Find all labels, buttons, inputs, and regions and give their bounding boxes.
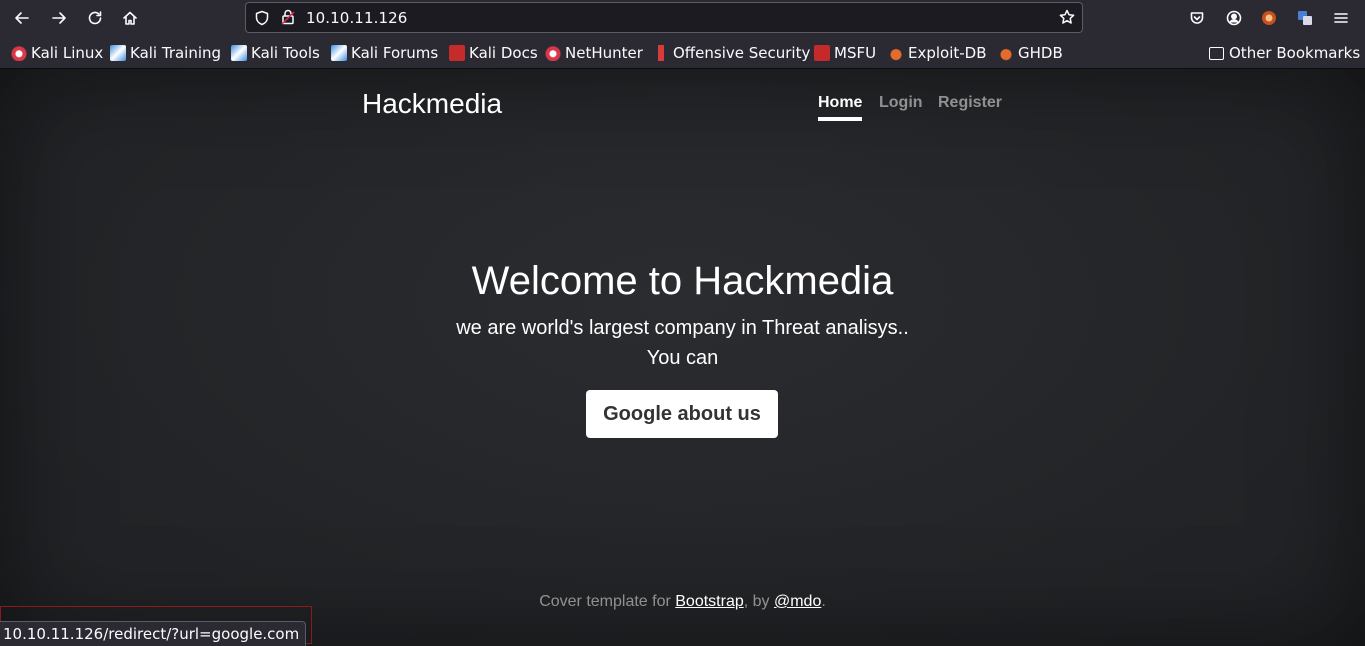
bookmark-star-icon[interactable] bbox=[1059, 9, 1075, 29]
hero-subtitle-2: You can bbox=[646, 347, 719, 369]
offsec-icon bbox=[653, 45, 669, 61]
bookmark-ghdb[interactable]: GHDB bbox=[998, 43, 1063, 63]
bookmark-kali-forums[interactable]: Kali Forums bbox=[331, 43, 438, 63]
nav-register[interactable]: Register bbox=[938, 94, 1002, 112]
reload-button[interactable] bbox=[81, 4, 109, 32]
reload-icon bbox=[88, 11, 102, 25]
kali-training-icon bbox=[110, 45, 126, 61]
folder-icon bbox=[1209, 46, 1224, 60]
bootstrap-link[interactable]: Bootstrap bbox=[675, 593, 743, 610]
nav-login[interactable]: Login bbox=[879, 94, 923, 112]
nethunter-icon bbox=[545, 45, 561, 61]
kali-icon bbox=[11, 45, 27, 61]
bookmark-kali-docs[interactable]: Kali Docs bbox=[449, 43, 538, 63]
translate-icon bbox=[1298, 11, 1312, 25]
google-about-us-button[interactable]: Google about us bbox=[586, 390, 778, 438]
footer-suffix: . bbox=[821, 593, 826, 610]
bookmark-kali-tools[interactable]: Kali Tools bbox=[231, 43, 320, 63]
nav-home[interactable]: Home bbox=[818, 94, 863, 121]
ghdb-icon bbox=[998, 45, 1014, 61]
bookmark-kali-training[interactable]: Kali Training bbox=[110, 43, 221, 63]
menu-button[interactable] bbox=[1327, 4, 1355, 32]
pocket-button[interactable] bbox=[1183, 4, 1211, 32]
insecure-lock-icon[interactable] bbox=[280, 9, 296, 29]
home-icon bbox=[123, 11, 137, 25]
url-bar[interactable]: 10.10.11.126 bbox=[245, 2, 1083, 33]
home-button[interactable] bbox=[116, 4, 144, 32]
mdo-link[interactable]: @mdo bbox=[774, 593, 821, 610]
forward-button[interactable] bbox=[45, 4, 73, 32]
bookmark-nethunter[interactable]: NetHunter bbox=[545, 43, 643, 63]
account-icon bbox=[1226, 10, 1242, 26]
url-text[interactable]: 10.10.11.126 bbox=[306, 9, 407, 27]
hero-subtitle: we are world's largest company in Threat… bbox=[456, 317, 909, 339]
back-button[interactable] bbox=[8, 4, 36, 32]
site-brand: Hackmedia bbox=[362, 88, 503, 119]
footer-prefix: Cover template for bbox=[539, 593, 676, 610]
shield-icon[interactable] bbox=[254, 10, 270, 30]
exploit-db-icon bbox=[888, 45, 904, 61]
hamburger-menu-icon bbox=[1334, 13, 1348, 23]
kali-tools-icon bbox=[231, 45, 247, 61]
bookmark-kali-linux[interactable]: Kali Linux bbox=[11, 43, 103, 63]
footer-middle: , by bbox=[743, 593, 774, 610]
translate-button[interactable] bbox=[1291, 4, 1319, 32]
kali-forums-icon bbox=[331, 45, 347, 61]
other-bookmarks-folder[interactable]: Other Bookmarks bbox=[1209, 43, 1360, 63]
bookmark-msfu[interactable]: MSFU bbox=[814, 43, 876, 63]
msfu-icon bbox=[814, 45, 830, 61]
extension-icon bbox=[1262, 11, 1276, 25]
browser-toolbar: 10.10.11.126 bbox=[0, 0, 1365, 36]
arrow-right-icon bbox=[52, 12, 66, 24]
bookmarks-toolbar: Kali Linux Kali Training Kali Tools Kali… bbox=[0, 36, 1365, 69]
page-content: Hackmedia Home Login Register Welcome to… bbox=[0, 69, 1365, 646]
bookmark-offensive-security[interactable]: Offensive Security bbox=[653, 43, 810, 63]
bookmark-exploit-db[interactable]: Exploit-DB bbox=[888, 43, 987, 63]
hero-title: Welcome to Hackmedia bbox=[471, 259, 894, 303]
status-link-preview: 10.10.11.126/redirect/?url=google.com bbox=[0, 621, 307, 646]
account-button[interactable] bbox=[1220, 4, 1248, 32]
kali-docs-icon bbox=[449, 45, 465, 61]
pocket-icon bbox=[1190, 12, 1204, 24]
arrow-left-icon bbox=[15, 12, 29, 24]
extension-button[interactable] bbox=[1255, 4, 1283, 32]
